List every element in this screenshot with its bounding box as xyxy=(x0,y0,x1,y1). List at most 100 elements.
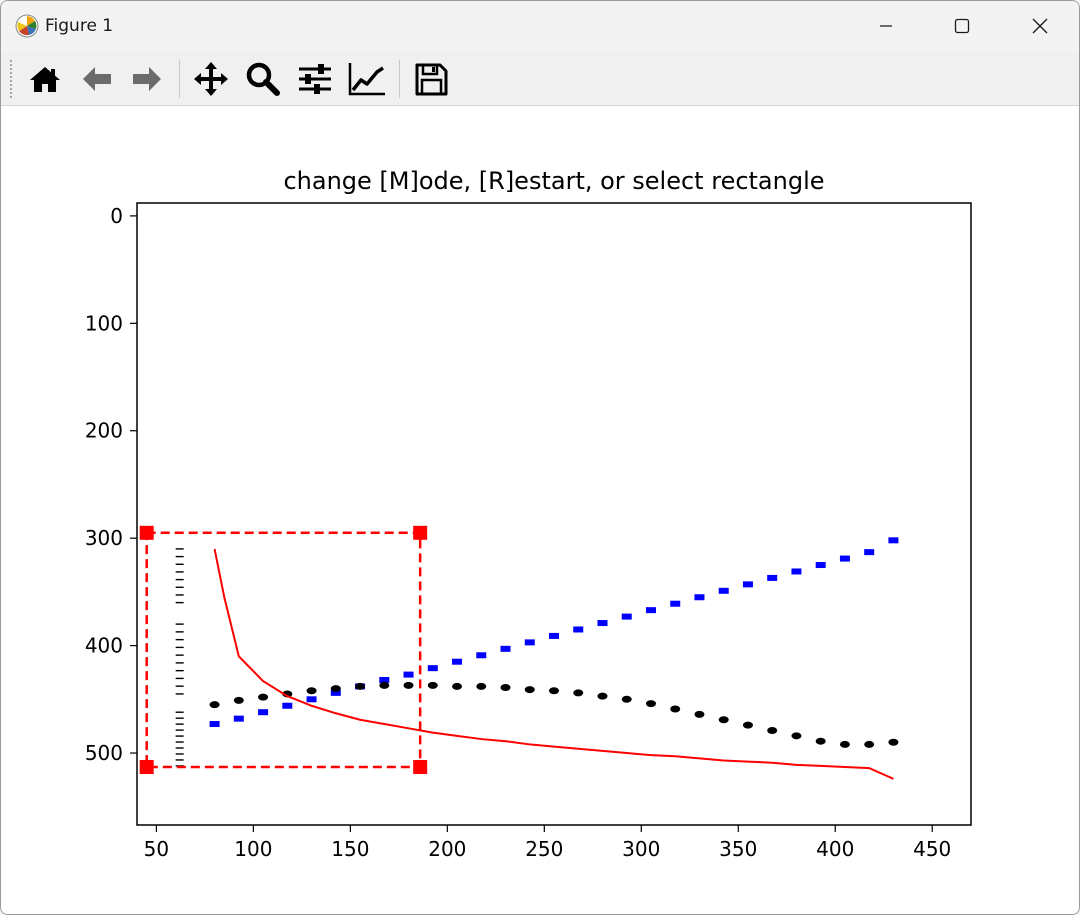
navigation-toolbar xyxy=(1,51,1079,106)
series-1-point xyxy=(427,681,438,689)
series-0-point xyxy=(209,721,220,728)
plot-area[interactable]: change [M]ode, [R]estart, or select rect… xyxy=(0,105,1078,911)
tick-marker-column xyxy=(175,548,184,767)
y-tick-label: 300 xyxy=(85,526,123,550)
series-1-point xyxy=(355,682,366,690)
series-1-point xyxy=(694,710,705,718)
x-tick-label: 400 xyxy=(816,837,854,861)
back-button[interactable] xyxy=(75,58,119,100)
close-icon xyxy=(1032,18,1048,34)
x-tick-label: 150 xyxy=(331,837,369,861)
series-1-point xyxy=(645,700,656,708)
y-tick-label: 0 xyxy=(110,204,123,228)
series-0-point xyxy=(597,620,608,627)
series-1-point xyxy=(839,740,850,748)
series-0-point xyxy=(476,652,487,659)
x-tick-label: 200 xyxy=(428,837,466,861)
series-1-point xyxy=(670,705,681,713)
toolbar-separator xyxy=(179,60,180,98)
plot-series xyxy=(209,537,899,780)
series-1-point xyxy=(258,693,269,701)
series-0-point xyxy=(573,626,584,633)
series-0-point xyxy=(670,600,681,607)
x-tick-label: 100 xyxy=(234,837,272,861)
selection-rectangle-border[interactable] xyxy=(145,531,422,769)
minimize-icon xyxy=(880,25,892,27)
series-1-point xyxy=(209,701,220,709)
zoom-button[interactable] xyxy=(241,58,285,100)
y-tick-label: 400 xyxy=(85,634,123,658)
toolbar-separator xyxy=(399,60,400,98)
home-icon xyxy=(30,67,60,92)
axis-ticks: 50 100 150 200 250 300 350 400 450 0 100 200 300 400 5… xyxy=(85,204,951,861)
forward-button[interactable] xyxy=(125,58,169,100)
title-bar[interactable]: Figure 1 xyxy=(1,1,1079,51)
maximize-icon xyxy=(954,18,970,34)
series-0-point xyxy=(621,613,632,620)
maximize-button[interactable] xyxy=(927,1,997,51)
y-tick-label: 100 xyxy=(85,311,123,335)
series-1-point xyxy=(306,687,317,695)
selection-handle-top-left[interactable] xyxy=(139,525,154,540)
pan-button[interactable] xyxy=(189,58,233,100)
series-0-point xyxy=(233,715,244,722)
save-button[interactable] xyxy=(409,58,453,100)
series-1-point xyxy=(573,689,584,697)
series-1-point xyxy=(403,681,414,689)
series-1-point xyxy=(379,681,390,689)
series-1-point xyxy=(452,682,463,690)
series-0-point xyxy=(403,671,414,678)
selection-handle-bottom-left[interactable] xyxy=(139,759,154,774)
x-tick-label: 300 xyxy=(622,837,660,861)
series-0-point xyxy=(888,537,899,544)
selection-handle-top-right[interactable] xyxy=(413,525,428,540)
configure-subplots-icon xyxy=(299,64,331,94)
series-2-line xyxy=(213,548,894,780)
forward-arrow-icon xyxy=(133,67,161,91)
series-1-point xyxy=(864,740,875,748)
edit-axis-button[interactable] xyxy=(345,58,389,100)
selection-handle-bottom-right[interactable] xyxy=(413,759,428,774)
series-0-point xyxy=(839,555,850,562)
home-button[interactable] xyxy=(23,58,67,100)
chart-title: change [M]ode, [R]estart, or select rect… xyxy=(283,167,824,195)
series-1-point xyxy=(597,692,608,700)
series-1-point xyxy=(815,737,826,745)
series-0-point xyxy=(549,632,559,639)
x-tick-label: 450 xyxy=(913,837,951,861)
series-1-point xyxy=(233,696,244,704)
series-0-point xyxy=(791,568,802,575)
toolbar-grip[interactable] xyxy=(9,59,13,99)
series-1-point xyxy=(549,687,559,695)
series-0-point xyxy=(718,587,729,594)
series-0-point xyxy=(282,702,293,709)
series-0-point xyxy=(427,665,438,672)
series-1-point xyxy=(888,738,899,746)
series-0-point xyxy=(306,696,317,703)
series-1-point xyxy=(500,683,511,691)
series-0-point xyxy=(258,709,269,716)
series-0-point xyxy=(645,607,656,614)
series-0-point xyxy=(452,658,463,665)
series-0-point xyxy=(524,639,535,646)
window-title: Figure 1 xyxy=(45,16,114,36)
zoom-icon xyxy=(246,62,280,96)
close-button[interactable] xyxy=(1005,1,1075,51)
pan-icon xyxy=(194,62,228,96)
minimize-button[interactable] xyxy=(851,1,921,51)
x-tick-label: 350 xyxy=(719,837,757,861)
series-1-point xyxy=(476,682,487,690)
y-tick-label: 200 xyxy=(85,419,123,443)
configure-subplots-button[interactable] xyxy=(293,58,337,100)
x-tick-label: 50 xyxy=(144,837,169,861)
series-0-point xyxy=(694,594,705,601)
series-0-point xyxy=(864,549,875,556)
edit-axis-icon xyxy=(348,63,385,96)
series-0-point xyxy=(767,574,778,581)
x-tick-label: 250 xyxy=(525,837,563,861)
series-1-point xyxy=(767,726,778,734)
series-1-point xyxy=(742,721,753,729)
series-1-point xyxy=(524,686,535,694)
series-0-point xyxy=(815,562,826,569)
matplotlib-logo-icon xyxy=(15,14,39,38)
